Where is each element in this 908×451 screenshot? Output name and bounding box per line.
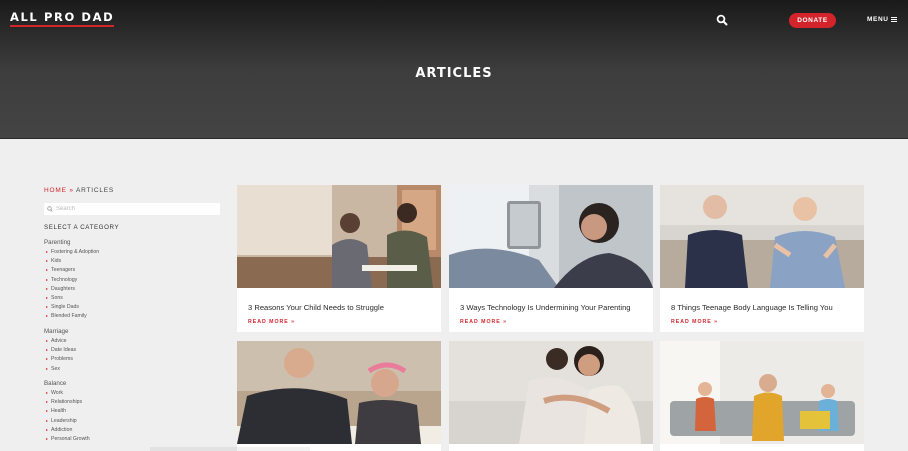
category-item[interactable]: Kids	[44, 257, 99, 266]
article-title[interactable]: 3 Reasons Your Child Needs to Struggle	[248, 303, 384, 312]
article-image-stressed-father-with-kids[interactable]	[660, 341, 864, 444]
breadcrumb-home[interactable]: HOME	[44, 187, 67, 194]
menu-button[interactable]: MENU	[867, 16, 897, 23]
category-item[interactable]: Health	[44, 407, 90, 416]
category-item[interactable]: Fostering & Adoption	[44, 248, 99, 257]
read-more-link[interactable]: READ MORE »	[671, 319, 718, 325]
category-item[interactable]: Advice	[44, 337, 76, 346]
search-icon	[47, 206, 53, 212]
breadcrumb-current: ARTICLES	[75, 187, 115, 194]
site-logo[interactable]: ALL PRO DAD	[10, 11, 115, 27]
article-card[interactable]: 3 Ways Technology Is Undermining Your Pa…	[449, 185, 653, 332]
article-image-father-and-daughter[interactable]	[237, 341, 441, 444]
search-input[interactable]	[56, 206, 216, 212]
breadcrumb: HOME » ARTICLES	[44, 187, 114, 194]
category-item[interactable]: Addiction	[44, 426, 90, 435]
article-image-mother-hugging-child[interactable]	[449, 341, 653, 444]
category-balance[interactable]: Balance	[44, 380, 90, 388]
read-more-link[interactable]: READ MORE »	[248, 319, 295, 325]
category-item[interactable]: Technology	[44, 276, 99, 285]
article-title[interactable]: 8 Things Teenage Body Language Is Tellin…	[671, 303, 833, 312]
article-card[interactable]	[449, 341, 653, 451]
article-card[interactable]	[237, 341, 441, 451]
article-card[interactable]	[660, 341, 864, 451]
category-item[interactable]: Teenagers	[44, 266, 99, 275]
category-item[interactable]: Date Ideas	[44, 346, 76, 355]
category-item[interactable]: Problems	[44, 355, 76, 364]
category-parenting[interactable]: Parenting	[44, 239, 99, 247]
category-item[interactable]: Relationships	[44, 398, 90, 407]
search-icon[interactable]	[716, 14, 728, 26]
footer-shadow	[150, 447, 310, 451]
page-title: ARTICLES	[415, 66, 493, 81]
category-item[interactable]: Single Dads	[44, 303, 99, 312]
category-item[interactable]: Sex	[44, 365, 76, 374]
breadcrumb-separator: »	[69, 187, 74, 194]
category-marriage[interactable]: Marriage	[44, 328, 76, 336]
category-item[interactable]: Daughters	[44, 285, 99, 294]
category-group-balance: Balance Work Relationships Health Leader…	[44, 380, 90, 444]
category-item[interactable]: Sons	[44, 294, 99, 303]
select-category-heading: SELECT A CATEGORY	[44, 224, 120, 231]
category-item[interactable]: Blended Family	[44, 312, 99, 321]
article-card[interactable]: 3 Reasons Your Child Needs to Struggle R…	[237, 185, 441, 332]
category-group-parenting: Parenting Fostering & Adoption Kids Teen…	[44, 239, 99, 322]
menu-label: MENU	[867, 16, 889, 23]
category-group-marriage: Marriage Advice Date Ideas Problems Sex	[44, 328, 76, 374]
hamburger-icon	[890, 17, 897, 22]
category-item[interactable]: Work	[44, 389, 90, 398]
article-image-girl-with-tablet[interactable]	[449, 185, 653, 288]
hero-header: ALL PRO DAD DONATE MENU ARTICLES	[0, 0, 908, 139]
category-item[interactable]: Personal Growth	[44, 435, 90, 444]
category-item[interactable]: Leadership	[44, 417, 90, 426]
article-title[interactable]: 3 Ways Technology Is Undermining Your Pa…	[460, 303, 631, 312]
read-more-link[interactable]: READ MORE »	[460, 319, 507, 325]
sidebar-search	[44, 203, 220, 215]
article-image-father-and-teen-on-couch[interactable]	[660, 185, 864, 288]
article-image-father-helping-son[interactable]	[237, 185, 441, 288]
donate-button[interactable]: DONATE	[789, 13, 836, 28]
article-card[interactable]: 8 Things Teenage Body Language Is Tellin…	[660, 185, 864, 332]
